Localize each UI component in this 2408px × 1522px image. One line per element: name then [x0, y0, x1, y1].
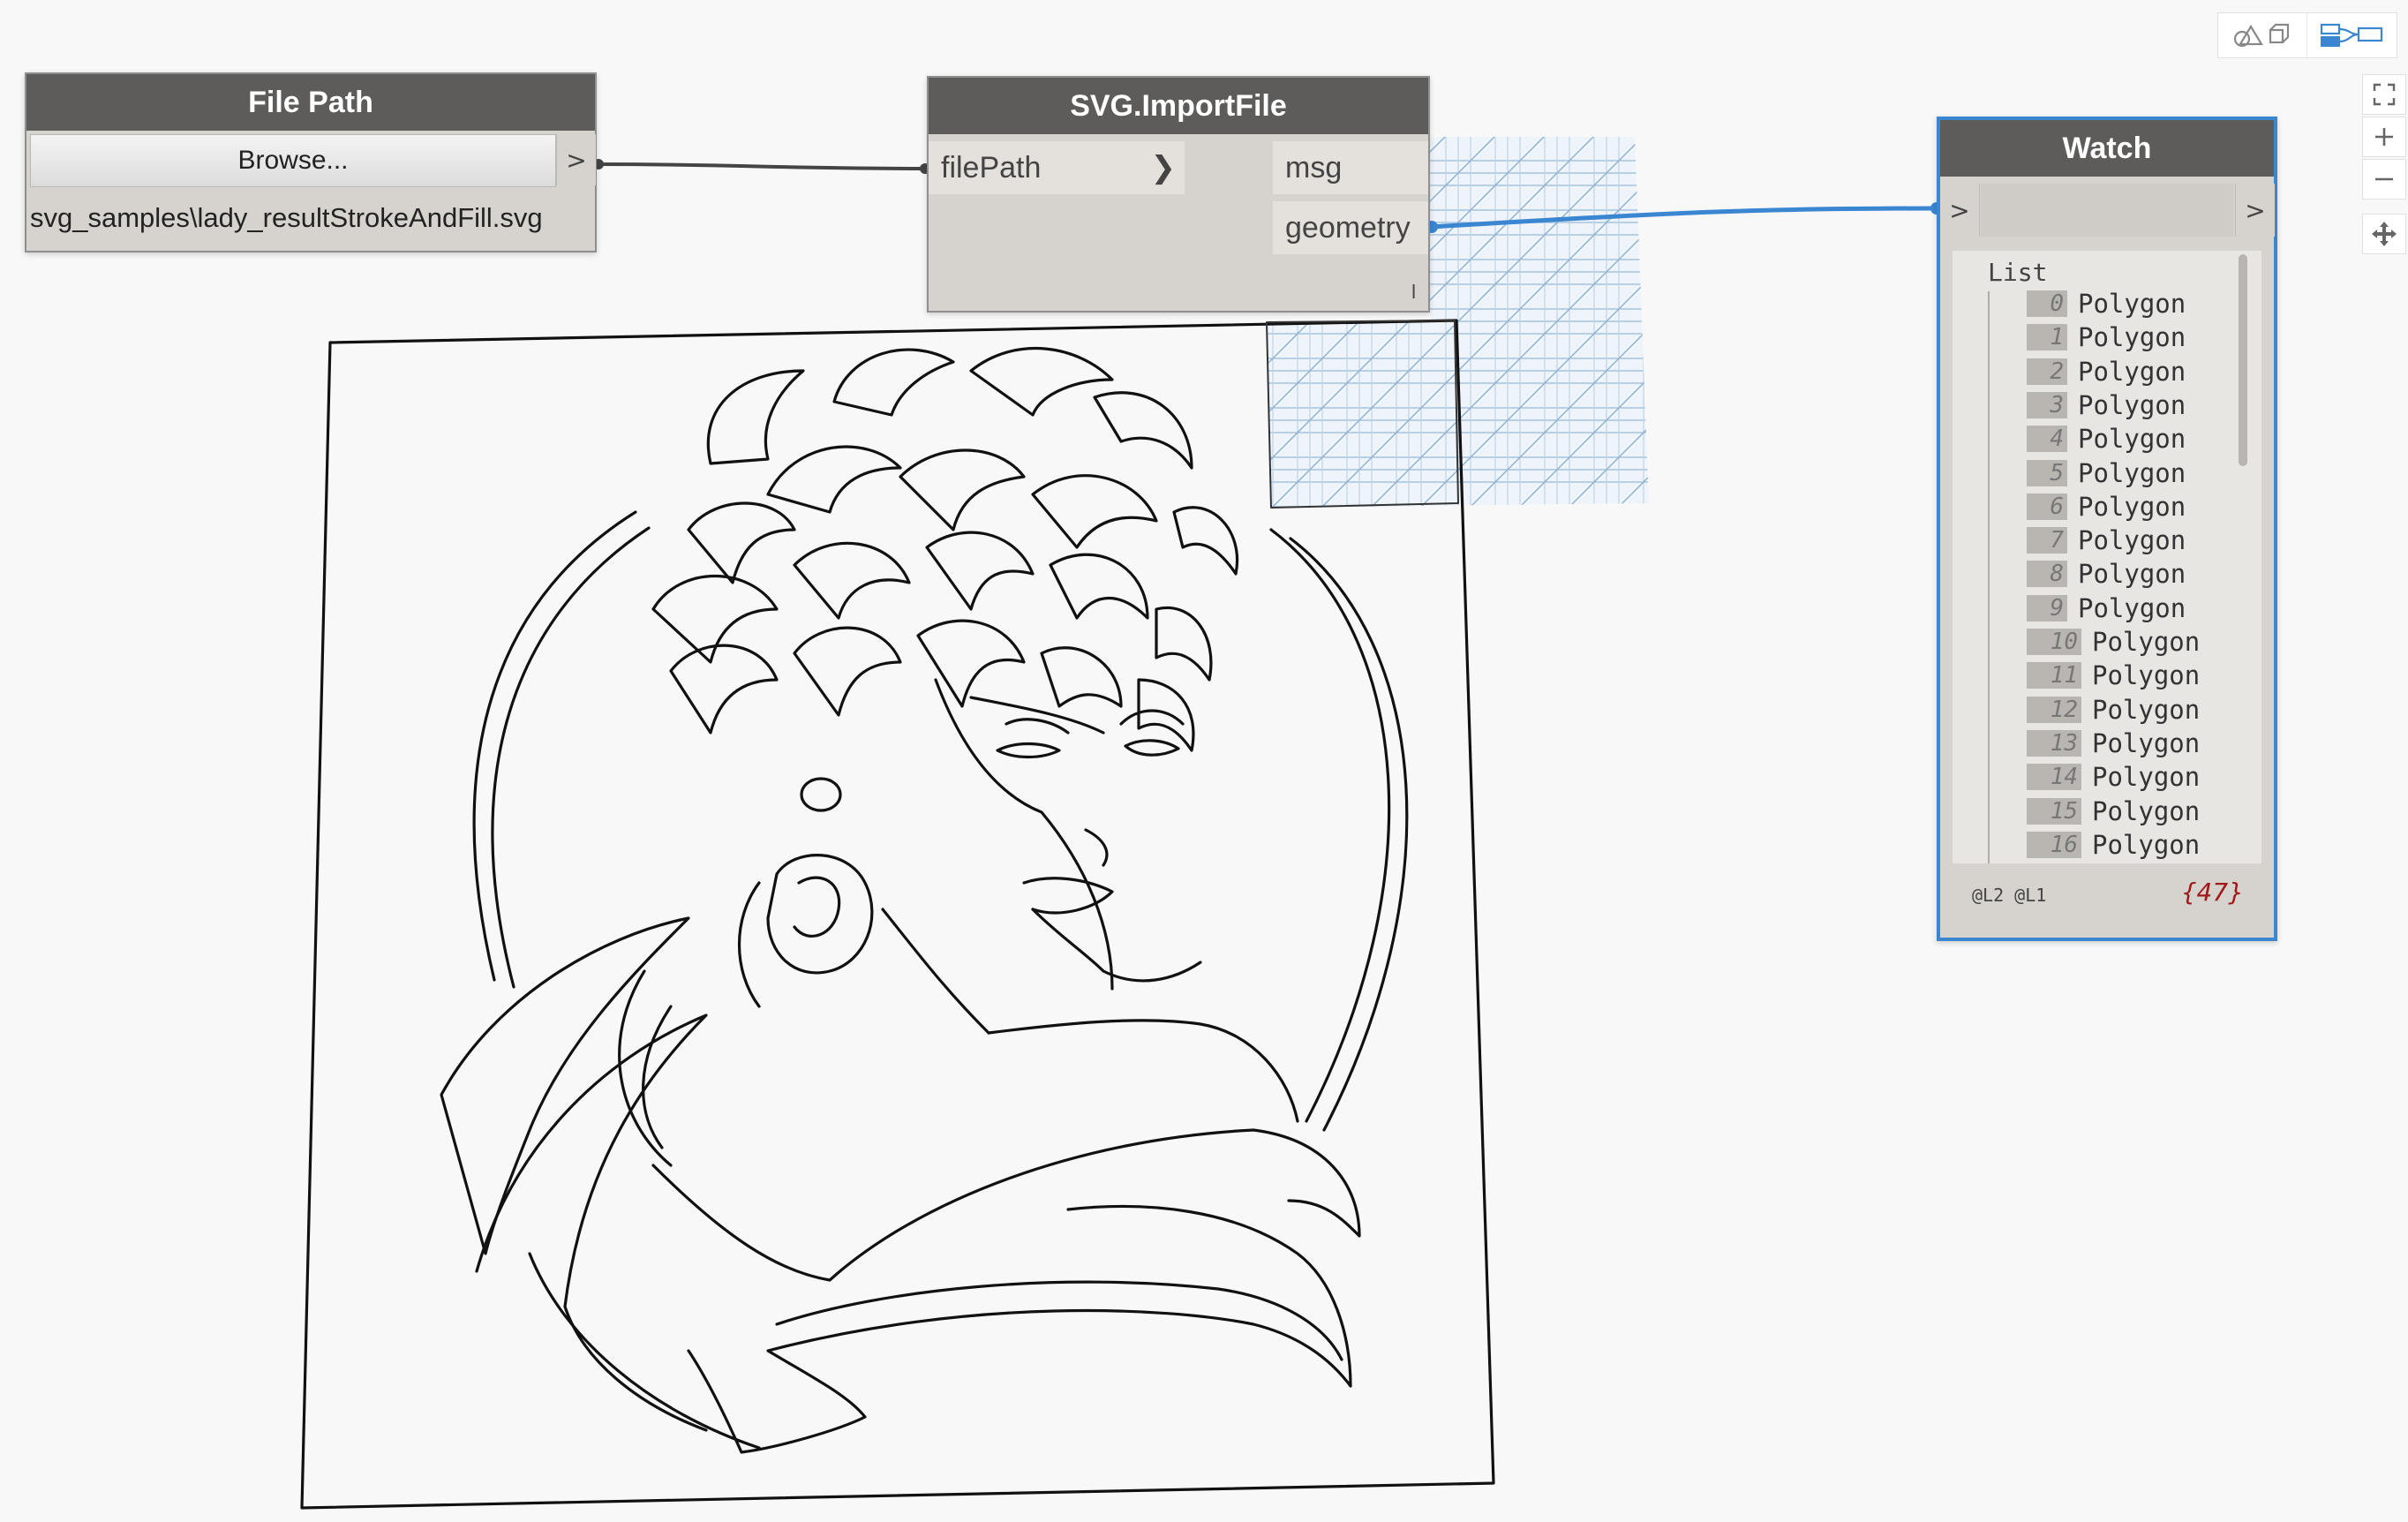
list-item-value: Polygon	[2092, 795, 2201, 826]
input-port-label: filePath	[941, 150, 1042, 185]
list-item[interactable]: 1 Polygon	[2027, 321, 2186, 353]
graph-view-icon[interactable]	[2307, 13, 2396, 57]
watch-footer: @L2 @L1 {47}	[1953, 869, 2261, 922]
list-item-value: Polygon	[2078, 424, 2186, 455]
list-item-value: Polygon	[2078, 559, 2186, 590]
output-port[interactable]: >	[2235, 184, 2275, 237]
list-item[interactable]: 6 Polygon	[2027, 491, 2186, 523]
list-item[interactable]: 5 Polygon	[2027, 457, 2186, 489]
list-item-value: Polygon	[2078, 322, 2186, 353]
list-item-index: 16	[2027, 831, 2081, 858]
list-item-value: Polygon	[2078, 525, 2186, 556]
list-item-value: Polygon	[2078, 389, 2186, 420]
list-item[interactable]: 12 Polygon	[2027, 694, 2200, 726]
list-item[interactable]: 10 Polygon	[2027, 626, 2200, 658]
list-item-index: 3	[2027, 391, 2067, 418]
output-port-geometry[interactable]: geometry	[1273, 201, 1428, 254]
browse-button[interactable]: Browse...	[30, 134, 556, 187]
input-port[interactable]: >	[1940, 184, 1980, 237]
output-port-label: geometry	[1285, 210, 1411, 245]
chevron-right-icon: ❯	[1150, 150, 1177, 185]
list-item-index: 8	[2027, 561, 2067, 588]
list-item-index: 2	[2027, 358, 2067, 385]
list-item[interactable]: 11 Polygon	[2027, 659, 2200, 691]
list-item-value: Polygon	[2078, 592, 2186, 623]
svg-importfile-node[interactable]: SVG.ImportFile filePath ❯ msg geometry l	[927, 76, 1430, 313]
geometry-view-icon[interactable]	[2218, 13, 2307, 57]
list-item-index: 7	[2027, 527, 2067, 554]
zoom-in-icon[interactable]	[2362, 117, 2406, 157]
list-item[interactable]: 13 Polygon	[2027, 727, 2200, 759]
list-item-value: Polygon	[2092, 727, 2201, 758]
file-path-node[interactable]: File Path Browse... > svg_samples\lady_r…	[25, 72, 597, 252]
list-item[interactable]: 14 Polygon	[2027, 761, 2200, 793]
list-item[interactable]: 8 Polygon	[2027, 558, 2186, 590]
list-item-index: 13	[2027, 729, 2081, 757]
list-item[interactable]: 3 Polygon	[2027, 389, 2186, 421]
list-item-value: Polygon	[2092, 694, 2201, 725]
list-header: List	[1988, 258, 2048, 287]
list-item-index: 10	[2027, 629, 2081, 655]
output-port-label: msg	[1285, 150, 1343, 185]
list-item-index: 5	[2027, 459, 2067, 486]
list-item-index: 4	[2027, 426, 2067, 453]
list-item-value: Polygon	[2078, 356, 2186, 387]
list-item-value: Polygon	[2092, 829, 2201, 860]
wire-filepath[interactable]	[598, 162, 926, 170]
watch-list-panel[interactable]: List 0 Polygon 1 Polygon 2 Polygon 3 Polygon 4 Po…	[1953, 251, 2261, 863]
list-scrollbar[interactable]	[2239, 254, 2247, 466]
list-item[interactable]: 7 Polygon	[2027, 524, 2186, 556]
list-item-value: Polygon	[2092, 762, 2201, 793]
list-item[interactable]: 4 Polygon	[2027, 423, 2186, 455]
watch-node[interactable]: Watch > > List 0 Polygon 1 Polygon 2 Polygon 3…	[1937, 117, 2277, 941]
list-item-index: 11	[2027, 662, 2081, 689]
zoom-extents-icon[interactable]	[2362, 74, 2406, 115]
list-item-value: Polygon	[2078, 457, 2186, 488]
output-port-msg[interactable]: msg	[1273, 141, 1428, 194]
list-item-index: 1	[2027, 324, 2067, 351]
list-item[interactable]: 16 Polygon	[2027, 829, 2200, 861]
list-item-index: 14	[2027, 764, 2081, 791]
list-item[interactable]: 2 Polygon	[2027, 356, 2186, 388]
list-item-value: Polygon	[2092, 660, 2201, 691]
list-item-index: 6	[2027, 493, 2067, 520]
tree-guide-line	[1988, 291, 1990, 863]
pan-icon[interactable]	[2362, 214, 2406, 254]
node-title[interactable]: Watch	[1940, 120, 2274, 177]
input-port-filepath[interactable]: filePath ❯	[929, 141, 1185, 194]
list-item[interactable]: 9 Polygon	[2027, 592, 2186, 624]
list-item-index: 0	[2027, 290, 2067, 317]
list-item-value: Polygon	[2092, 627, 2201, 657]
list-item-index: 12	[2027, 696, 2081, 723]
list-item[interactable]: 15 Polygon	[2027, 795, 2200, 827]
list-item-index: 15	[2027, 797, 2081, 825]
node-title[interactable]: SVG.ImportFile	[929, 78, 1428, 134]
item-count: {47}	[2180, 878, 2244, 907]
list-levels: @L2 @L1	[1972, 885, 2047, 906]
node-title[interactable]: File Path	[26, 74, 595, 131]
watch-toolbar	[1981, 184, 2233, 237]
list-item-value: Polygon	[2078, 491, 2186, 522]
view-toggle	[2217, 12, 2397, 58]
list-item-index: 9	[2027, 594, 2067, 622]
list-item[interactable]: 0 Polygon	[2027, 288, 2186, 320]
lacing-indicator[interactable]: l	[1411, 281, 1416, 304]
file-path-value: svg_samples\lady_resultStrokeAndFill.svg	[30, 202, 543, 233]
list-item-value: Polygon	[2078, 289, 2186, 319]
zoom-out-icon[interactable]	[2362, 159, 2406, 200]
output-port[interactable]: >	[556, 134, 596, 185]
